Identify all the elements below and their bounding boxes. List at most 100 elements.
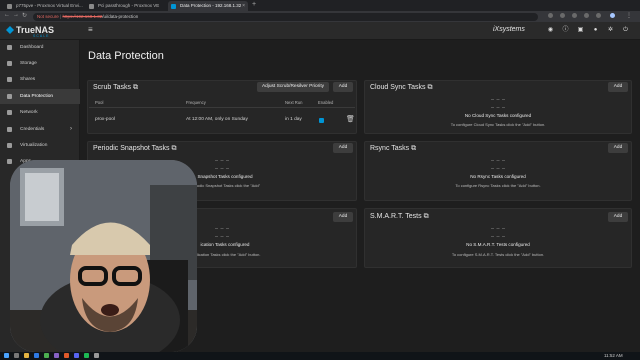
sidebar-item-credentials[interactable]: Credentials › [0, 122, 80, 137]
dashboard-icon [7, 45, 12, 50]
extension-icon[interactable] [572, 13, 577, 18]
column-header-enabled[interactable]: Enabled [318, 100, 333, 105]
snapshot-title[interactable]: Periodic Snapshot Tasks ⧉ [93, 145, 176, 153]
presenter-video-image [10, 160, 197, 352]
favicon-icon [7, 4, 12, 9]
favicon-icon [89, 4, 94, 9]
divider [89, 107, 355, 108]
cloud-sync-title[interactable]: Cloud Sync Tasks ⧉ [370, 84, 432, 92]
app-icon[interactable] [64, 353, 69, 358]
add-snapshot-button[interactable]: Add [333, 143, 353, 153]
empty-state-icon [215, 228, 229, 237]
open-in-new-icon[interactable]: ⧉ [427, 84, 432, 91]
open-in-new-icon[interactable]: ⧉ [133, 84, 138, 91]
new-tab-button[interactable]: + [252, 1, 256, 8]
profile-avatar-icon[interactable] [610, 13, 615, 18]
brand-subtitle: SCALE [33, 34, 50, 38]
row-next-run: in 1 day [285, 117, 302, 122]
profile-icon[interactable] [596, 13, 601, 18]
enabled-checkbox[interactable] [319, 118, 324, 123]
computer-icon [7, 143, 12, 148]
column-header-frequency[interactable]: Frequency [186, 100, 206, 105]
sidebar-item-data-protection[interactable]: Data Protection [0, 89, 80, 104]
scrub-tasks-title[interactable]: Scrub Tasks ⧉ [93, 84, 138, 92]
empty-state-icon [215, 160, 229, 169]
sidebar-item-shares[interactable]: Shares [0, 72, 80, 87]
open-in-new-icon[interactable]: ⧉ [171, 145, 176, 152]
reload-icon[interactable]: ↻ [22, 12, 27, 19]
open-in-new-icon[interactable]: ⧉ [424, 213, 429, 220]
extension-icon[interactable] [548, 13, 553, 18]
settings-gear-icon[interactable]: ✲ [606, 26, 615, 35]
row-pool: prox-pool [95, 117, 115, 122]
rsync-empty-title: No Rsync Tasks configured [470, 174, 526, 179]
edge-icon[interactable] [34, 353, 39, 358]
close-tab-icon[interactable]: × [242, 1, 245, 11]
empty-state-icon [491, 99, 505, 108]
url-input[interactable]: Not secure | https://192.168.1.32/ui/dat… [33, 13, 538, 21]
truenas-logo-icon [6, 26, 14, 34]
add-smart-button[interactable]: Add [608, 212, 628, 222]
empty-state-icon [491, 160, 505, 169]
apps-icon [7, 159, 12, 164]
rsync-empty-subtitle: To configure Rsync Tasks click the "Add"… [455, 183, 541, 188]
cloud-empty-subtitle: To configure Cloud Sync Tasks click the … [450, 122, 546, 127]
rsync-title[interactable]: Rsync Tasks ⧉ [370, 145, 416, 153]
smart-tests-title[interactable]: S.M.A.R.T. Tests ⧉ [370, 213, 429, 221]
notifications-icon[interactable]: ● [591, 26, 600, 35]
key-icon [7, 127, 12, 132]
chevron-right-icon: › [70, 126, 72, 132]
cloud-empty-title: No Cloud Sync Tasks configured [464, 113, 532, 118]
security-icon [7, 94, 12, 99]
column-header-next-run[interactable]: Next Run [285, 100, 302, 105]
menu-toggle-icon[interactable]: ≡ [88, 25, 93, 34]
bookmark-icon[interactable] [560, 13, 565, 18]
not-secure-warning[interactable]: Not secure [37, 14, 59, 19]
search-icon[interactable] [14, 353, 19, 358]
sidebar-item-virtualization[interactable]: Virtualization [0, 138, 80, 153]
delete-icon[interactable]: 🗑 [346, 115, 355, 123]
sidebar-item-dashboard[interactable]: Dashboard [0, 40, 80, 55]
add-replication-button[interactable]: Add [333, 212, 353, 222]
open-in-new-icon[interactable]: ⧉ [411, 145, 416, 152]
app-icon[interactable] [54, 353, 59, 358]
shares-icon [7, 77, 12, 82]
forward-icon[interactable]: → [13, 12, 19, 18]
browser-tab-data-protection[interactable]: Data Protection - 192.168.1.32 × [168, 1, 248, 11]
add-cloud-sync-button[interactable]: Add [608, 82, 628, 92]
browser-tab-proxmox[interactable]: p775pve - Proxmox Virtual Envi... [4, 1, 84, 11]
sidebar-item-storage[interactable]: Storage [0, 56, 80, 71]
smart-empty-title: No S.M.A.R.T. Tests configured [466, 242, 530, 247]
empty-state-icon [491, 228, 505, 237]
power-icon[interactable]: ⏻ [621, 26, 630, 35]
extension-icon[interactable] [584, 13, 589, 18]
start-icon[interactable] [4, 353, 9, 358]
add-rsync-button[interactable]: Add [608, 143, 628, 153]
storage-icon [7, 61, 12, 66]
taskbar-clock[interactable]: 11:52 AM [604, 353, 623, 358]
browser-menu-icon[interactable]: ⋮ [626, 12, 632, 19]
smart-empty-subtitle: To configure S.M.A.R.T. Tests click the … [451, 252, 545, 257]
task-manager-icon[interactable]: ▣ [576, 26, 585, 35]
back-icon[interactable]: ← [4, 12, 10, 18]
help-icon[interactable]: ⓘ [561, 26, 570, 35]
page-title: Data Protection [88, 50, 164, 62]
discord-icon[interactable] [74, 353, 79, 358]
url-path: /ui/data-protection [102, 14, 139, 19]
column-header-pool[interactable]: Pool [95, 100, 103, 105]
truenas-favicon-icon [171, 4, 176, 9]
sidebar-item-network[interactable]: Network [0, 105, 80, 120]
add-scrub-button[interactable]: Add [333, 82, 353, 92]
spotify-icon[interactable] [84, 353, 89, 358]
row-frequency: At 12:00 AM, only on Sunday [186, 117, 248, 122]
file-explorer-icon[interactable] [24, 353, 29, 358]
browser-tab-pci[interactable]: Pci passthrough - Proxmox VE [86, 1, 166, 11]
url-host: https://192.168.1.32 [62, 14, 103, 19]
ixsystems-logo: iXsystems [493, 26, 525, 33]
webcam-overlay [10, 160, 197, 352]
adjust-priority-button[interactable]: Adjust Scrub/Resilver Priority [257, 82, 329, 92]
chrome-icon[interactable] [44, 353, 49, 358]
app-icon[interactable] [94, 353, 99, 358]
truecommand-icon[interactable]: ◉ [546, 26, 555, 35]
network-icon [7, 110, 12, 115]
